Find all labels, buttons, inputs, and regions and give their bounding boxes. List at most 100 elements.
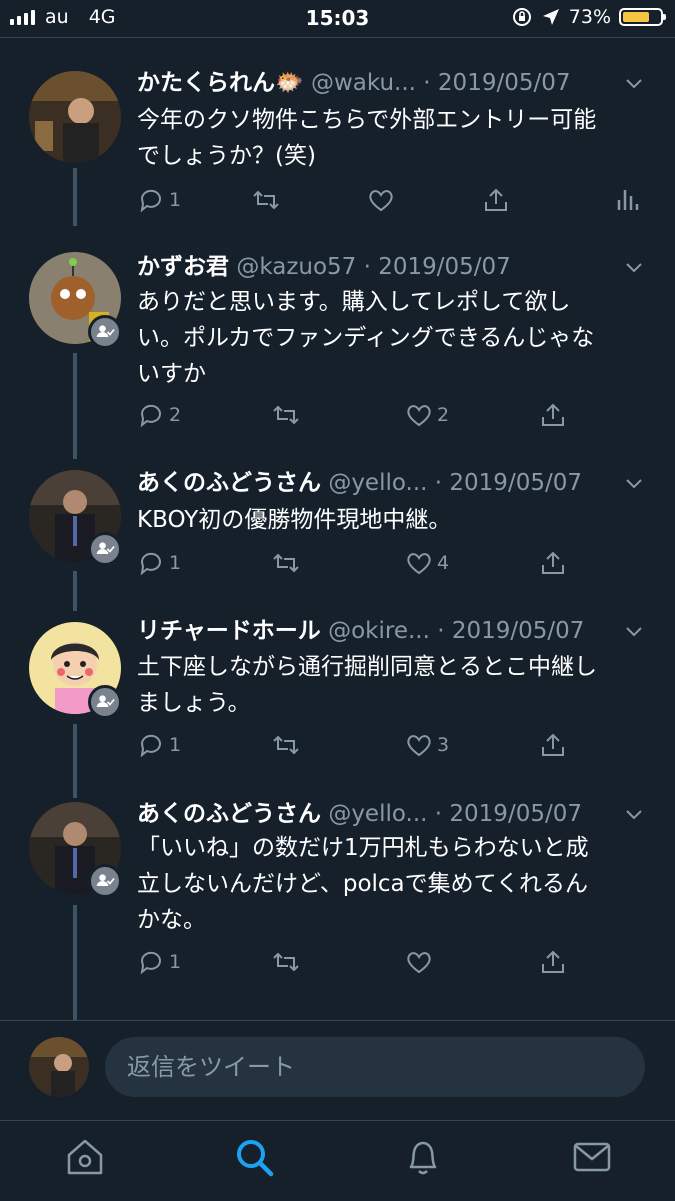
retweet-icon <box>253 190 279 210</box>
like-count: 4 <box>437 552 450 574</box>
share-button[interactable] <box>539 549 567 577</box>
display-name[interactable]: リチャードホール <box>137 618 321 644</box>
follower-badge-icon <box>88 685 122 719</box>
tweet-actions: 1 3 <box>137 731 647 761</box>
thread-line <box>73 724 77 798</box>
notifications-icon <box>409 1141 437 1175</box>
tweet-line: 「いいね」の数だけ1万円札もらわないと成 <box>137 835 589 861</box>
tweet-line: でしょうか？(笑) <box>137 143 316 169</box>
retweet-button[interactable] <box>272 401 304 429</box>
tweet-header: あくのふどうさん @yello... · 2019/05/07 <box>137 799 615 829</box>
reply-count: 1 <box>169 734 182 756</box>
share-icon <box>542 551 564 574</box>
timestamp[interactable]: 2019/05/07 <box>449 801 582 827</box>
heart-icon <box>407 952 431 974</box>
reply-icon <box>140 189 161 213</box>
retweet-icon <box>273 405 299 425</box>
reply-button[interactable]: 1 <box>137 948 181 976</box>
reply-count: 2 <box>169 404 182 426</box>
avatar[interactable] <box>29 71 121 163</box>
tweet-header: かたくられん🐡 @waku... · 2019/05/07 <box>137 68 615 98</box>
chevron-down-icon[interactable] <box>623 803 645 825</box>
follower-badge-icon <box>88 315 122 349</box>
tweet-text: KBOY初の優勝物件現地中継。 <box>137 502 645 538</box>
share-button[interactable] <box>539 401 567 429</box>
heart-icon <box>369 190 393 212</box>
tab-home[interactable] <box>63 1135 107 1179</box>
display-name[interactable]: かたくられん🐡 <box>137 70 304 96</box>
handle[interactable]: @okire... <box>328 618 430 644</box>
share-icon <box>542 950 564 973</box>
separator: · <box>415 70 438 96</box>
chevron-down-icon[interactable] <box>623 472 645 494</box>
like-button[interactable] <box>367 186 399 214</box>
chevron-down-icon[interactable] <box>623 256 645 278</box>
heart-icon <box>407 735 431 757</box>
reply-button[interactable]: 1 <box>137 186 181 214</box>
share-button[interactable] <box>482 186 510 214</box>
timestamp[interactable]: 2019/05/07 <box>378 254 511 280</box>
retweet-button[interactable] <box>272 731 304 759</box>
display-name[interactable]: あくのふどうさん <box>137 801 321 827</box>
share-icon <box>485 188 507 211</box>
tweet-header: かずお君 @kazuo57 · 2019/05/07 <box>137 252 615 282</box>
retweet-button[interactable] <box>272 948 304 976</box>
retweet-icon <box>273 553 299 573</box>
share-button[interactable] <box>539 948 567 976</box>
tweet-line: い。ポルカでファンディングできるんじゃな <box>137 325 595 351</box>
like-button[interactable]: 2 <box>405 401 449 429</box>
tweet-header: あくのふどうさん @yello... · 2019/05/07 <box>137 468 615 498</box>
tab-search[interactable] <box>232 1135 276 1179</box>
display-name[interactable]: あくのふどうさん <box>137 470 321 496</box>
tweet-line: 土下座しながら通行掘削同意とるとこ中継し <box>137 654 597 680</box>
separator: · <box>427 801 450 827</box>
reply-count: 1 <box>169 951 182 973</box>
handle[interactable]: @waku... <box>311 70 416 96</box>
like-button[interactable]: 3 <box>405 731 449 759</box>
handle[interactable]: @yello... <box>328 470 427 496</box>
like-button[interactable] <box>405 948 437 976</box>
thread-line <box>73 353 77 459</box>
reply-composer: 返信をツイート <box>0 1020 675 1121</box>
retweet-button[interactable] <box>252 186 284 214</box>
timestamp[interactable]: 2019/05/07 <box>449 470 582 496</box>
handle[interactable]: @kazuo57 <box>236 254 356 280</box>
retweet-icon <box>273 735 299 755</box>
reply-count: 1 <box>169 552 182 574</box>
reply-button[interactable]: 1 <box>137 731 181 759</box>
analytics-button[interactable] <box>613 186 641 214</box>
separator: · <box>356 254 379 280</box>
tweet-line: 今年のクソ物件こちらで外部エントリー可能 <box>137 107 597 133</box>
home-icon <box>67 1139 103 1175</box>
tweet-actions: 1 <box>137 186 647 216</box>
thread-line <box>73 571 77 611</box>
rotation-lock-icon <box>512 8 531 26</box>
tweet-line: ありだと思います。購入してレポして欲し <box>137 289 571 315</box>
retweet-button[interactable] <box>272 549 304 577</box>
tweet-line: 立しないんだけど、polcaで集めてくれるん <box>137 871 588 897</box>
display-name[interactable]: かずお君 <box>137 254 229 280</box>
reply-input[interactable]: 返信をツイート <box>105 1037 645 1097</box>
heart-icon <box>407 553 431 575</box>
timestamp[interactable]: 2019/05/07 <box>452 618 585 644</box>
tweet-actions: 2 2 <box>137 401 647 431</box>
status-bar: au 4G 15:03 73% <box>0 0 675 36</box>
handle[interactable]: @yello... <box>328 801 427 827</box>
chevron-down-icon[interactable] <box>623 620 645 642</box>
thread-line <box>73 168 77 226</box>
chevron-down-icon[interactable] <box>623 72 645 94</box>
timestamp[interactable]: 2019/05/07 <box>438 70 571 96</box>
reply-button[interactable]: 1 <box>137 549 181 577</box>
like-button[interactable]: 4 <box>405 549 449 577</box>
reply-button[interactable]: 2 <box>137 401 181 429</box>
reply-icon <box>140 552 161 576</box>
follower-badge-icon <box>88 532 122 566</box>
user-avatar[interactable] <box>29 1037 89 1097</box>
retweet-icon <box>273 952 299 972</box>
tab-notifications[interactable] <box>401 1135 445 1179</box>
share-button[interactable] <box>539 731 567 759</box>
heart-icon <box>407 405 431 427</box>
tab-messages[interactable] <box>570 1135 614 1179</box>
reply-thread[interactable]: かたくられん🐡 @waku... · 2019/05/07 今年のクソ物件こちら… <box>0 38 675 1020</box>
battery-percent: 73% <box>568 6 611 28</box>
